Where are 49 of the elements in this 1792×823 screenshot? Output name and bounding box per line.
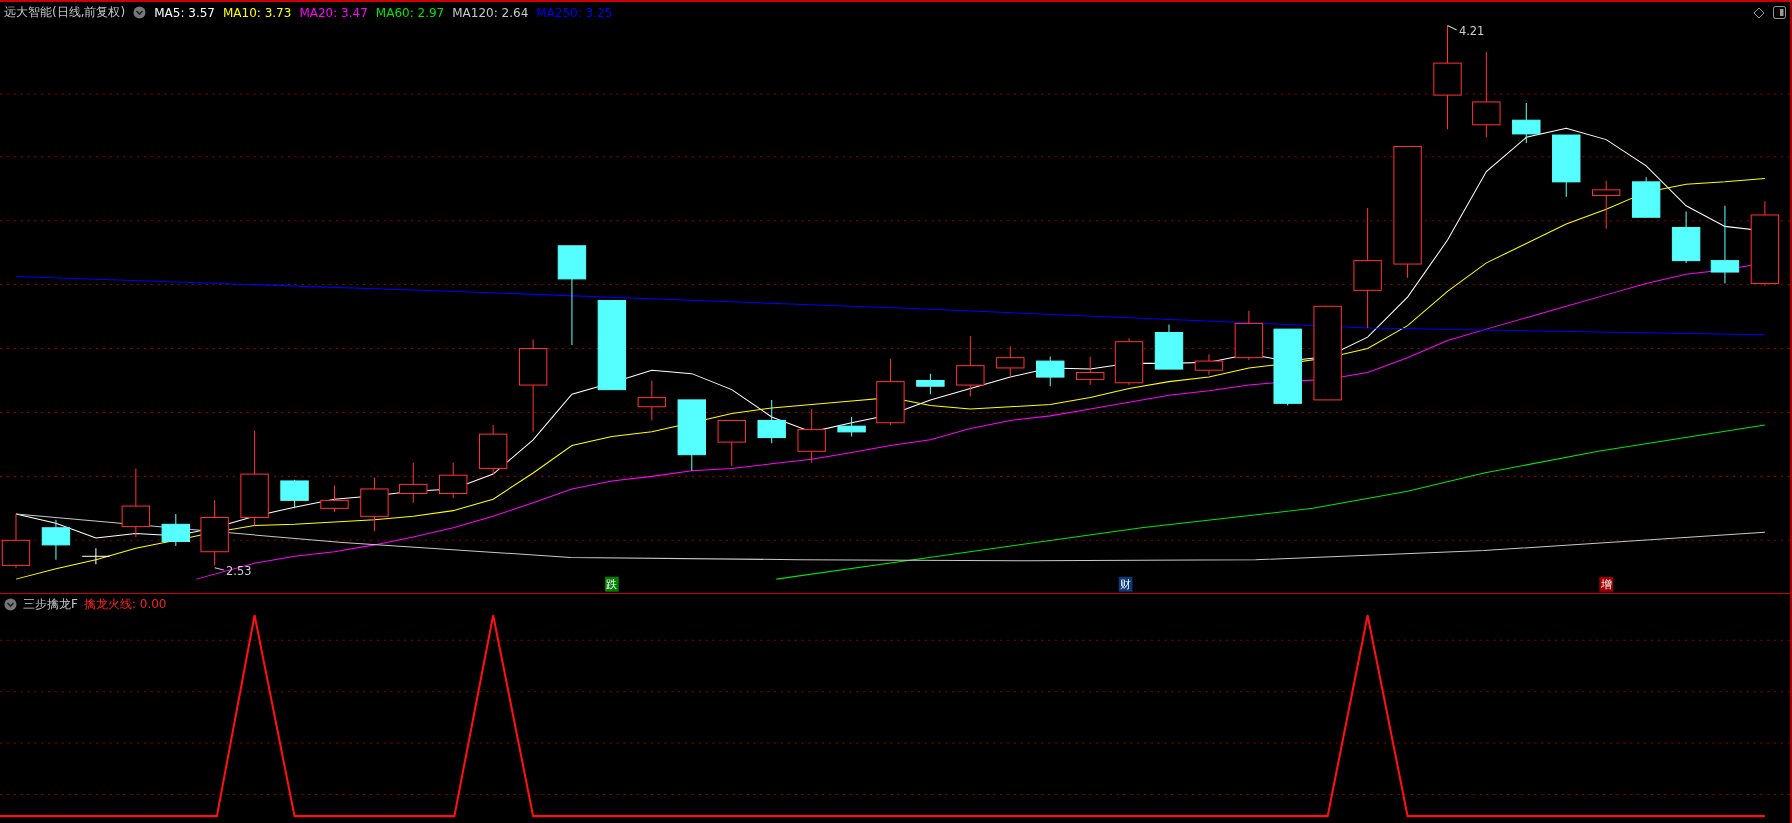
candlestick	[916, 373, 945, 395]
candlestick	[81, 547, 111, 565]
candlestick	[1234, 310, 1264, 361]
candlestick	[757, 399, 786, 444]
candlestick	[41, 519, 71, 561]
signal-tag: 增	[1599, 576, 1614, 592]
candlestick	[121, 467, 151, 538]
candlestick	[637, 379, 667, 421]
dropdown-icon[interactable]	[133, 6, 147, 19]
panel-toggle-icon[interactable]	[1773, 6, 1786, 19]
moving-average-value: MA60: 2.97	[375, 5, 445, 20]
low-price-label: 2.53	[226, 563, 252, 578]
candlestick	[280, 479, 309, 509]
moving-average-value: MA120: 2.64	[452, 5, 529, 20]
candlestick	[1592, 180, 1621, 230]
moving-average-value: MA20: 3.47	[299, 5, 368, 20]
diamond-icon[interactable]	[1753, 6, 1765, 19]
candlestick	[797, 408, 826, 464]
candlestick	[399, 462, 428, 504]
dropdown-icon[interactable]	[4, 597, 17, 611]
candlestick	[996, 345, 1025, 378]
candlestick	[200, 499, 229, 566]
moving-average-value: MA5: 3.57	[154, 5, 215, 20]
candlestick	[1512, 102, 1541, 144]
candlestick	[837, 416, 866, 437]
candlestick	[1036, 356, 1065, 387]
signal-tag: 财	[1118, 576, 1133, 592]
candlestick	[478, 424, 508, 475]
candlestick	[1671, 211, 1701, 264]
indicator-value: 擒龙火线: 0.00	[83, 595, 167, 613]
candlestick	[439, 462, 468, 499]
candlestick	[717, 419, 746, 467]
moving-average-value: MA10: 3.73	[222, 5, 292, 20]
signal-tag: 跌	[605, 576, 619, 592]
candlestick	[1631, 176, 1661, 218]
candlestick	[1076, 356, 1105, 386]
candlestick	[161, 513, 190, 547]
candlestick	[1154, 324, 1184, 370]
candlestick	[320, 485, 349, 513]
candlestick	[1194, 353, 1224, 376]
indicator-name: 三步擒龙F	[23, 595, 78, 613]
candlestick	[360, 477, 389, 532]
candlestick	[956, 335, 985, 397]
moving-average-value: MA250: 3.25	[536, 5, 613, 20]
candlestick	[876, 358, 905, 426]
candlestick	[1114, 337, 1144, 386]
high-price-label: 4.21	[1458, 23, 1485, 38]
chart-title: 远大智能(日线,前复权)	[4, 4, 126, 21]
candlestick	[1552, 134, 1581, 198]
